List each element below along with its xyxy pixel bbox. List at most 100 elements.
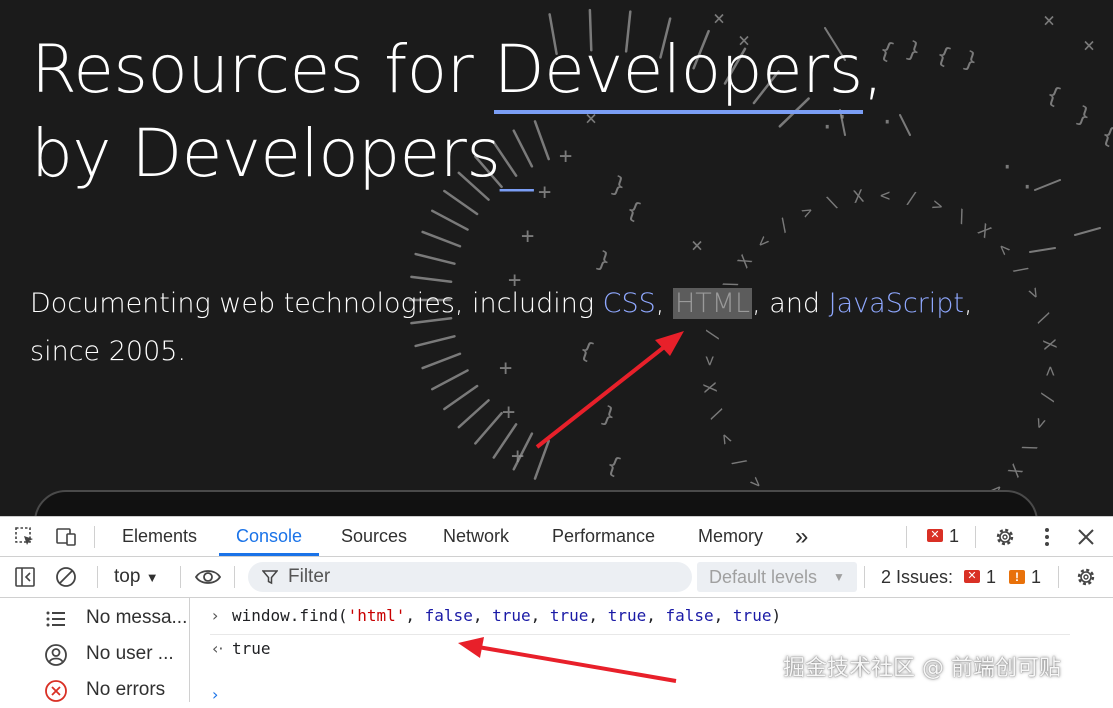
context-selector[interactable]: top ▼ [114,557,159,598]
devtools-tabbar: Elements Console Sources Network Perform… [0,517,1113,557]
svg-text:>: > [715,430,737,448]
cmd-arg: true [732,606,772,625]
svg-text:{: { [933,42,954,70]
svg-text:×: × [713,6,725,30]
more-options-icon[interactable] [1036,526,1058,548]
svg-text:{: { [603,452,624,480]
tab-network[interactable]: Network [443,517,509,556]
issue-warning-count[interactable]: 1 [1031,557,1041,597]
tab-sources[interactable]: Sources [341,517,407,556]
svg-text:+: + [521,224,534,249]
headline-comma: , [862,31,884,108]
console-input-line: › window.find('html', false, true, true,… [190,601,1070,631]
console-prompt-icon: › [212,688,219,702]
error-circle-icon [45,680,67,702]
toolbar-divider [864,566,865,588]
cmd-arg: false [665,606,714,625]
sidebar-item-messages[interactable]: No messa... [0,600,189,636]
tab-elements[interactable]: Elements [122,517,197,556]
svg-text:/: / [1009,260,1031,280]
sub-prefix: Documenting web technologies, including [30,288,603,319]
sidebar-item-errors[interactable]: No errors [0,672,189,708]
tab-memory[interactable]: Memory [698,517,763,556]
headline-cursor: _ [500,115,533,192]
toggle-sidebar-icon[interactable] [14,566,36,588]
svg-text:×: × [1043,8,1055,32]
close-devtools-icon[interactable] [1075,526,1097,548]
svg-text:>: > [1029,415,1051,431]
svg-text:×: × [1083,33,1095,57]
console-filter-input[interactable]: Filter [248,562,692,592]
toolbar-divider [97,566,98,588]
context-value: top [114,566,141,587]
svg-text:X: X [974,220,995,243]
clear-console-icon[interactable] [55,566,77,588]
issues-counter[interactable]: 2 Issues: [881,557,953,597]
svg-text:X: X [734,251,757,272]
svg-text:×: × [691,233,703,257]
dropdown-caret-icon: ▼ [145,570,159,585]
console-settings-gear-icon[interactable] [1075,566,1097,588]
css-link[interactable]: CSS [603,288,656,319]
cmd-arg: true [607,606,647,625]
svg-text:<: < [1040,366,1060,376]
svg-text:·: · [1020,173,1034,201]
svg-text:·: · [1000,153,1014,181]
javascript-link[interactable]: JavaScript [829,288,964,319]
svg-text:\: \ [953,206,971,228]
issues-label: 2 Issues: [881,567,954,587]
svg-text:{: { [1043,82,1064,110]
tab-performance[interactable]: Performance [552,517,655,556]
toolbar-divider [180,566,181,588]
svg-text:X: X [700,380,721,394]
svg-text:}: } [1073,102,1094,130]
sidebar-label: No errors [86,679,166,700]
svg-text:}: } [593,247,614,275]
cmd-close-paren: ) [771,606,782,625]
hero-search-box[interactable] [34,490,1038,516]
svg-text:>: > [798,201,816,223]
console-prompt-line[interactable]: › [190,688,1070,702]
issue-warning-icon[interactable]: ! [1009,570,1025,584]
toolbar-divider [234,566,235,588]
mdn-hero: +++++++××××××{}{}{}{}{}{}{·····</>\X</>\… [0,0,1113,516]
error-badge-icon[interactable]: ✕ [927,529,943,542]
svg-text:X: X [1003,460,1026,481]
more-tabs-chevron-icon[interactable]: » [795,517,808,556]
inspect-element-icon[interactable] [14,526,36,548]
input-prompt-icon: › [212,606,219,625]
sub-and: , and [752,288,829,319]
svg-text:/: / [905,188,918,209]
sidebar-label: No user ... [86,643,174,664]
svg-text:{: { [1098,122,1113,150]
svg-text:\: \ [706,406,728,422]
headline-developers-link[interactable]: Developers [493,31,863,114]
error-count[interactable]: 1 [949,517,959,556]
headline-prefix: Resources for [31,31,494,108]
sidebar-item-user-messages[interactable]: No user ... [0,636,189,672]
settings-gear-icon[interactable] [994,526,1016,548]
tab-console[interactable]: Console [219,517,320,556]
svg-text:<: < [993,239,1014,260]
svg-text:}: } [960,47,981,75]
live-expression-eye-icon[interactable] [194,566,222,588]
tabbar-divider [94,526,95,548]
html-found-highlight[interactable]: HTML [672,288,753,319]
issue-error-count[interactable]: 1 [986,557,996,597]
svg-text:+: + [511,444,524,469]
toolbar-divider [1058,566,1059,588]
svg-text:/: / [774,214,794,236]
user-icon [45,644,67,666]
cmd-fn: window.find( [232,606,348,625]
watermark-text: 掘金技术社区 @ 前端创可贴 [783,656,1061,681]
svg-text:\: \ [1018,439,1040,457]
svg-text:}: } [598,402,619,430]
cmd-arg: true [492,606,531,625]
svg-text:/: / [1036,391,1057,404]
device-toolbar-icon[interactable] [55,526,77,548]
issue-error-icon[interactable]: ✕ [964,570,980,583]
filter-placeholder: Filter [288,566,331,587]
tabbar-divider [975,526,976,548]
log-levels-dropdown[interactable]: Default levels ▼ [697,562,857,592]
cmd-string-arg: 'html' [347,606,406,625]
